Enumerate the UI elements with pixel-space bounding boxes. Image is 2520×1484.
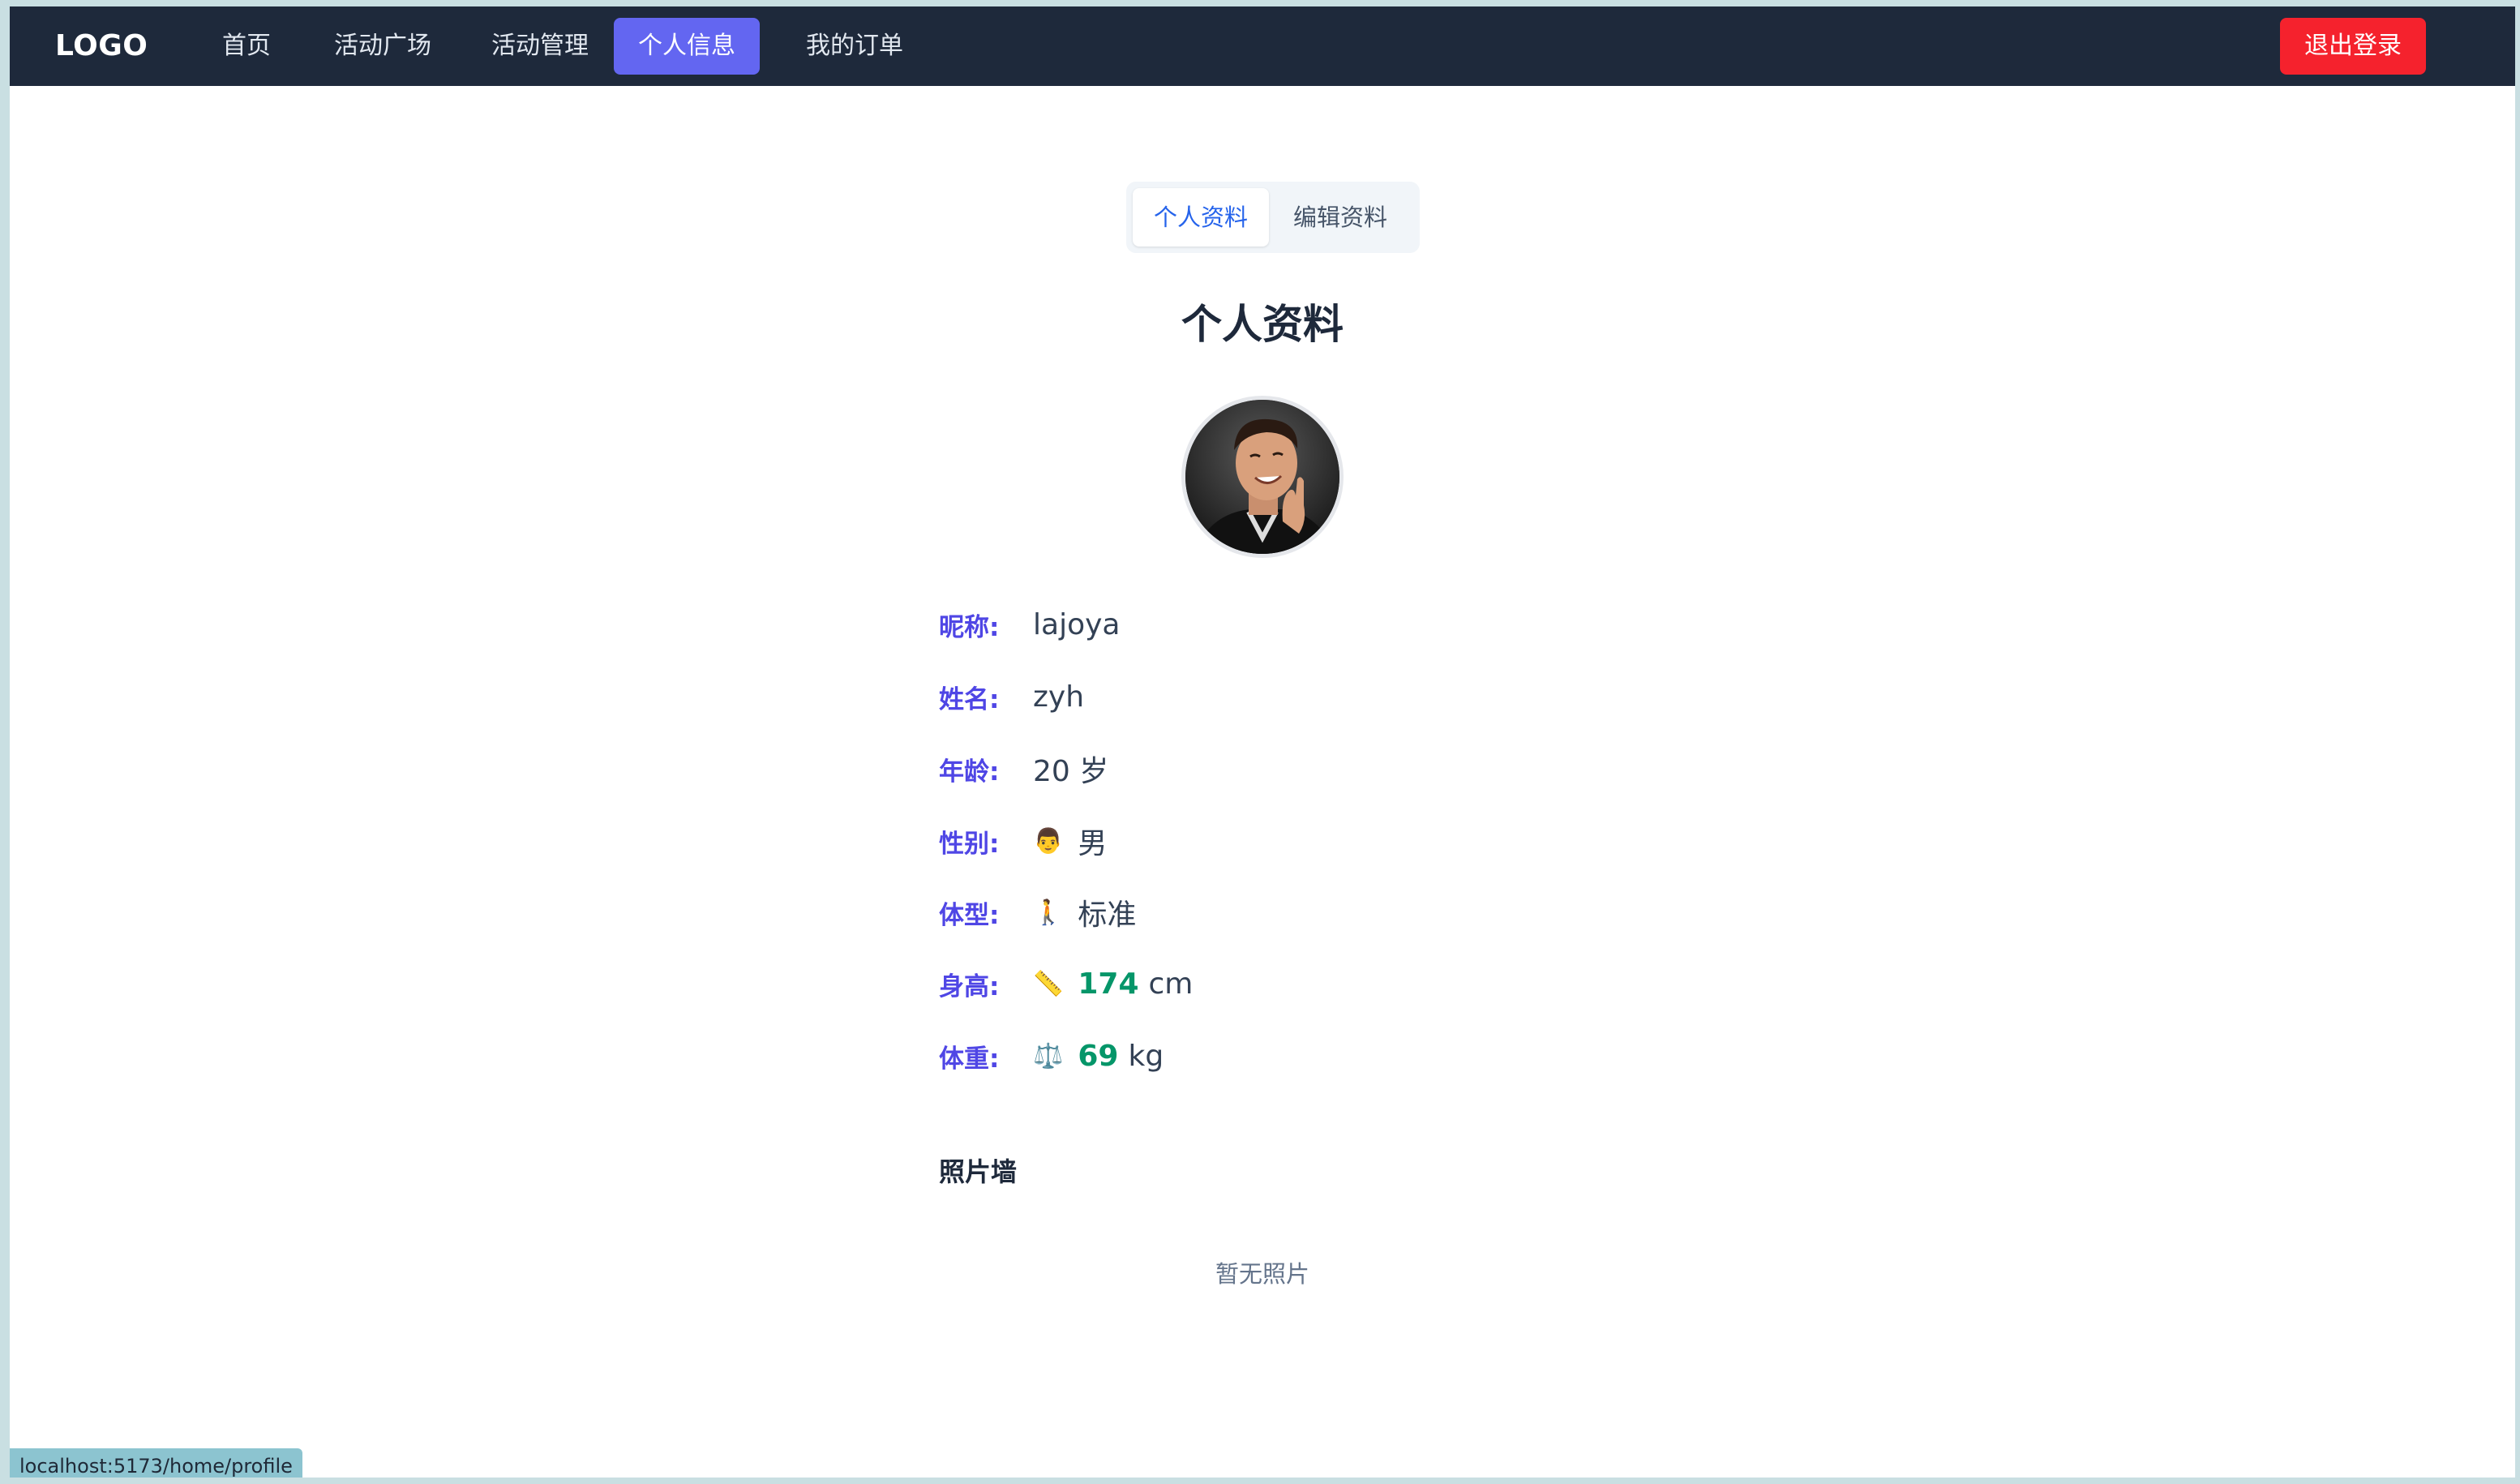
man-icon: 👨 <box>1033 826 1064 856</box>
name-label: 姓名: <box>939 684 1000 714</box>
browser-viewport: LOGO 首页 活动广场 活动管理 个人信息 我的订单 退出登录 个人资料 编辑… <box>10 6 2515 1478</box>
weight-unit: kg <box>1128 1039 1164 1073</box>
info-row-age: 年龄: 20 岁 <box>939 744 1108 793</box>
gender-label: 性别: <box>939 829 1000 859</box>
info-row-body-type: 体型: 🚶 标准 <box>939 888 1136 937</box>
age-label: 年龄: <box>939 757 1000 787</box>
logout-button[interactable]: 退出登录 <box>2280 18 2426 75</box>
height-value: 174 <box>1078 967 1139 1001</box>
profile-tabs: 个人资料 编辑资料 <box>1126 182 1420 253</box>
walking-person-icon: 🚶 <box>1033 898 1064 927</box>
body-type-value: 标准 <box>1078 899 1137 932</box>
photo-wall-title: 照片墙 <box>939 1156 1018 1187</box>
info-row-nickname: 昵称: lajoya <box>939 600 1120 649</box>
info-row-weight: 体重: ⚖️ 69 kg <box>939 1032 1164 1080</box>
nickname-value: lajoya <box>1033 607 1121 641</box>
age-value: 20 岁 <box>1033 755 1109 788</box>
page-title: 个人资料 <box>1181 301 1344 348</box>
tab-profile[interactable]: 个人资料 <box>1133 188 1270 247</box>
scale-icon: ⚖️ <box>1033 1041 1064 1070</box>
photo-wall-empty: 暂无照片 <box>1215 1260 1309 1288</box>
logo[interactable]: LOGO <box>55 26 148 66</box>
avatar <box>1181 396 1344 558</box>
info-row-height: 身高: 📏 174 cm <box>939 959 1193 1008</box>
status-bar-url: localhost:5173/home/profile <box>10 1448 302 1478</box>
weight-value: 69 <box>1078 1039 1119 1073</box>
nav-item-activity-square[interactable]: 活动广场 <box>310 18 456 75</box>
tab-edit-profile[interactable]: 编辑资料 <box>1272 188 1408 247</box>
nav-item-my-orders[interactable]: 我的订单 <box>782 18 928 75</box>
top-navbar: LOGO 首页 活动广场 活动管理 个人信息 我的订单 退出登录 <box>10 6 2515 86</box>
height-label: 身高: <box>939 971 1000 1001</box>
name-value: zyh <box>1033 680 1085 714</box>
nav-item-home[interactable]: 首页 <box>198 18 295 75</box>
ruler-icon: 📏 <box>1033 969 1064 998</box>
nickname-label: 昵称: <box>939 612 1000 642</box>
info-row-gender: 性别: 👨 男 <box>939 817 1107 865</box>
height-unit: cm <box>1148 967 1194 1001</box>
weight-label: 体重: <box>939 1044 1000 1074</box>
gender-value: 男 <box>1078 827 1108 860</box>
avatar-photo <box>1185 400 1339 554</box>
body-type-label: 体型: <box>939 900 1000 930</box>
info-row-name: 姓名: zyh <box>939 672 1084 721</box>
nav-item-activity-management[interactable]: 活动管理 <box>467 18 613 75</box>
nav-item-profile[interactable]: 个人信息 <box>614 18 760 75</box>
